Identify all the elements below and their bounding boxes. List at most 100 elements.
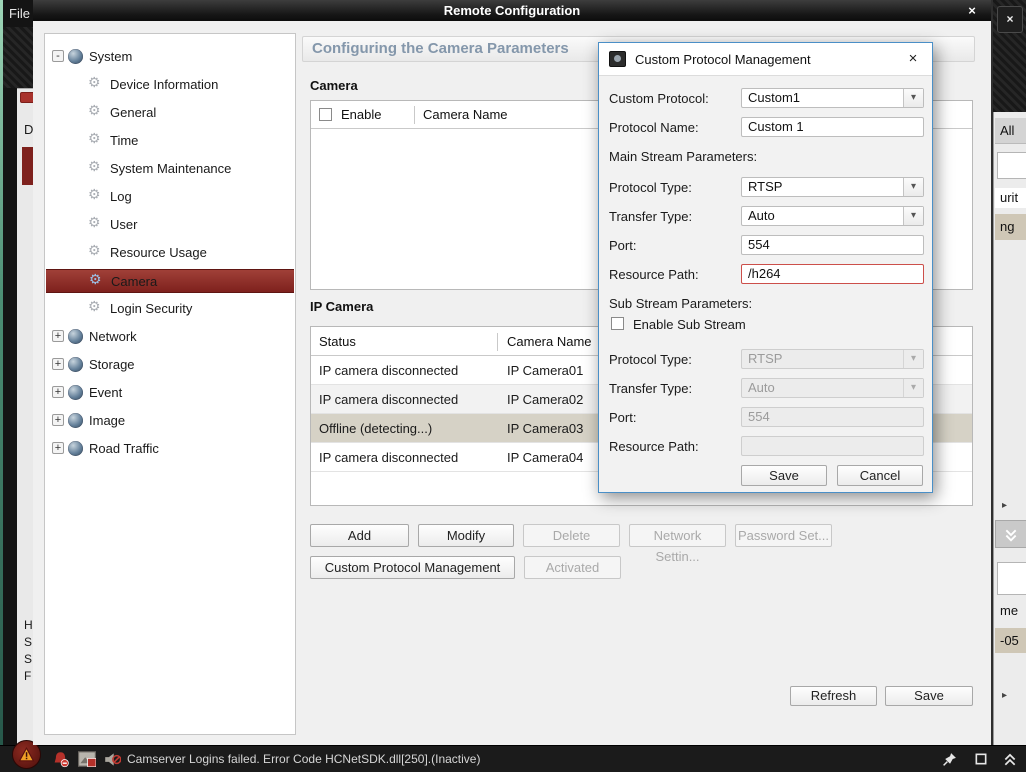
tree-item-user[interactable]: ⚙ User — [45, 213, 295, 237]
status-cell: Offline (detecting...) — [319, 421, 432, 436]
left-hatch-pattern — [3, 27, 33, 88]
expand-icon[interactable]: + — [52, 386, 64, 398]
enable-sub-stream-label: Enable Sub Stream — [633, 317, 746, 332]
tree-item-event[interactable]: + Event — [45, 381, 295, 405]
status-bar: Camserver Logins failed. Error Code HCNe… — [0, 745, 1026, 772]
restore-window-icon[interactable] — [974, 752, 988, 766]
expand-down-button[interactable] — [995, 520, 1026, 548]
window-title: Remote Configuration — [33, 0, 991, 21]
window-close-icon[interactable]: × — [963, 0, 981, 21]
tree-item-label: Resource Usage — [110, 245, 207, 260]
enable-checkbox[interactable] — [319, 108, 332, 121]
tree-item-device-information[interactable]: ⚙ Device Information — [45, 73, 295, 97]
chevron-down-icon: ▾ — [903, 350, 923, 368]
chevron-down-icon[interactable]: ▾ — [903, 89, 923, 107]
camera-name-column-label: Camera Name — [423, 107, 508, 122]
expand-icon[interactable]: + — [52, 358, 64, 370]
password-settings-button[interactable]: Password Set... — [735, 524, 832, 547]
enable-sub-stream-checkbox[interactable] — [611, 317, 624, 330]
tree-item-road-traffic[interactable]: + Road Traffic — [45, 437, 295, 461]
tree-item-camera[interactable]: ⚙ Camera — [46, 269, 294, 293]
sub-resource-path-input — [741, 436, 924, 456]
main-transfer-type-select[interactable]: Auto ▾ — [741, 206, 924, 226]
chevron-down-icon[interactable]: ▾ — [903, 207, 923, 225]
file-menu[interactable]: File — [3, 0, 36, 27]
custom-protocol-dialog: Custom Protocol Management × Custom Prot… — [598, 42, 933, 493]
audio-muted-icon[interactable] — [104, 751, 121, 768]
sub-stream-section-label: Sub Stream Parameters: — [609, 296, 752, 311]
gear-icon: ⚙ — [88, 158, 104, 180]
tree-item-login-security[interactable]: ⚙ Login Security — [45, 297, 295, 321]
background-window-close-icon[interactable]: × — [997, 6, 1023, 33]
ip-camera-section-title: IP Camera — [310, 299, 373, 314]
expand-icon[interactable]: + — [52, 442, 64, 454]
protocol-name-label: Protocol Name: — [609, 120, 699, 135]
dialog-cancel-button[interactable]: Cancel — [837, 465, 923, 486]
custom-protocol-label: Custom Protocol: — [609, 91, 709, 106]
category-globe-icon — [68, 357, 83, 372]
tree-item-label: System Maintenance — [110, 161, 231, 176]
name-cell: IP Camera02 — [507, 392, 583, 407]
collapse-up-icon[interactable] — [1003, 752, 1017, 767]
dialog-close-icon[interactable]: × — [904, 50, 922, 68]
activated-button[interactable]: Activated — [524, 556, 621, 579]
tree-item-log[interactable]: ⚙ Log — [45, 185, 295, 209]
main-protocol-type-select[interactable]: RTSP ▾ — [741, 177, 924, 197]
network-settings-button[interactable]: Network Settin... — [629, 524, 726, 547]
sub-port-input: 554 — [741, 407, 924, 427]
partial-text-urit: urit — [995, 188, 1026, 208]
delete-button[interactable]: Delete — [523, 524, 620, 547]
dialog-titlebar[interactable]: Custom Protocol Management × — [599, 43, 932, 76]
main-port-input[interactable]: 554 — [741, 235, 924, 255]
window-titlebar[interactable]: Remote Configuration × — [33, 0, 991, 21]
tree-item-storage[interactable]: + Storage — [45, 353, 295, 377]
tree-item-system[interactable]: - System — [45, 45, 295, 69]
partial-text-date: -05 — [995, 628, 1026, 653]
main-transfer-type-label: Transfer Type: — [609, 209, 692, 224]
name-cell: IP Camera04 — [507, 450, 583, 465]
modify-button[interactable]: Modify — [418, 524, 514, 547]
settings-tree: - System ⚙ Device Information ⚙ General … — [44, 33, 296, 735]
collapse-icon[interactable]: - — [52, 50, 64, 62]
custom-protocol-select[interactable]: Custom1 ▾ — [741, 88, 924, 108]
scroll-right-icon[interactable]: ▸ — [1002, 690, 1007, 701]
selected-value: RTSP — [748, 351, 782, 366]
sub-transfer-type-select: Auto ▾ — [741, 378, 924, 398]
expand-icon[interactable]: + — [52, 414, 64, 426]
tree-item-general[interactable]: ⚙ General — [45, 101, 295, 125]
add-button[interactable]: Add — [310, 524, 409, 547]
tree-item-resource-usage[interactable]: ⚙ Resource Usage — [45, 241, 295, 265]
main-resource-path-input[interactable]: /h264 — [741, 264, 924, 284]
tree-item-label: Network — [89, 329, 137, 344]
dialog-save-button[interactable]: Save — [741, 465, 827, 486]
tree-item-label: Camera — [111, 274, 157, 289]
tree-item-label: Device Information — [110, 77, 218, 92]
scroll-right-icon[interactable]: ▸ — [1002, 500, 1007, 511]
tree-item-system-maintenance[interactable]: ⚙ System Maintenance — [45, 157, 295, 181]
pin-icon[interactable] — [942, 752, 957, 767]
left-edge-accent — [0, 0, 3, 745]
category-globe-icon — [68, 413, 83, 428]
selected-value: Custom1 — [748, 90, 800, 105]
event-image-icon[interactable] — [78, 751, 96, 767]
refresh-button[interactable]: Refresh — [790, 686, 877, 706]
background-left-panel: D H S S F — [17, 88, 33, 745]
tree-item-image[interactable]: + Image — [45, 409, 295, 433]
tree-item-time[interactable]: ⚙ Time — [45, 129, 295, 153]
screen: File D H S S F × All urit ng ▸ me -05 ▸ — [0, 0, 1026, 772]
gear-icon: ⚙ — [88, 102, 104, 124]
save-button[interactable]: Save — [885, 686, 973, 706]
gear-icon: ⚙ — [88, 74, 104, 96]
custom-protocol-management-button[interactable]: Custom Protocol Management — [310, 556, 515, 579]
partial-text-ng: ng — [995, 214, 1026, 240]
chevron-down-icon[interactable]: ▾ — [903, 178, 923, 196]
expand-icon[interactable]: + — [52, 330, 64, 342]
status-column-label: Status — [319, 334, 356, 349]
sub-resource-path-label: Resource Path: — [609, 439, 699, 454]
partial-all-filter[interactable]: All — [995, 118, 1026, 144]
protocol-name-input[interactable]: Custom 1 — [741, 117, 924, 137]
partial-input-field[interactable] — [997, 152, 1026, 179]
alarm-event-icon[interactable] — [52, 751, 69, 768]
tree-item-network[interactable]: + Network — [45, 325, 295, 349]
tree-item-label: User — [110, 217, 137, 232]
